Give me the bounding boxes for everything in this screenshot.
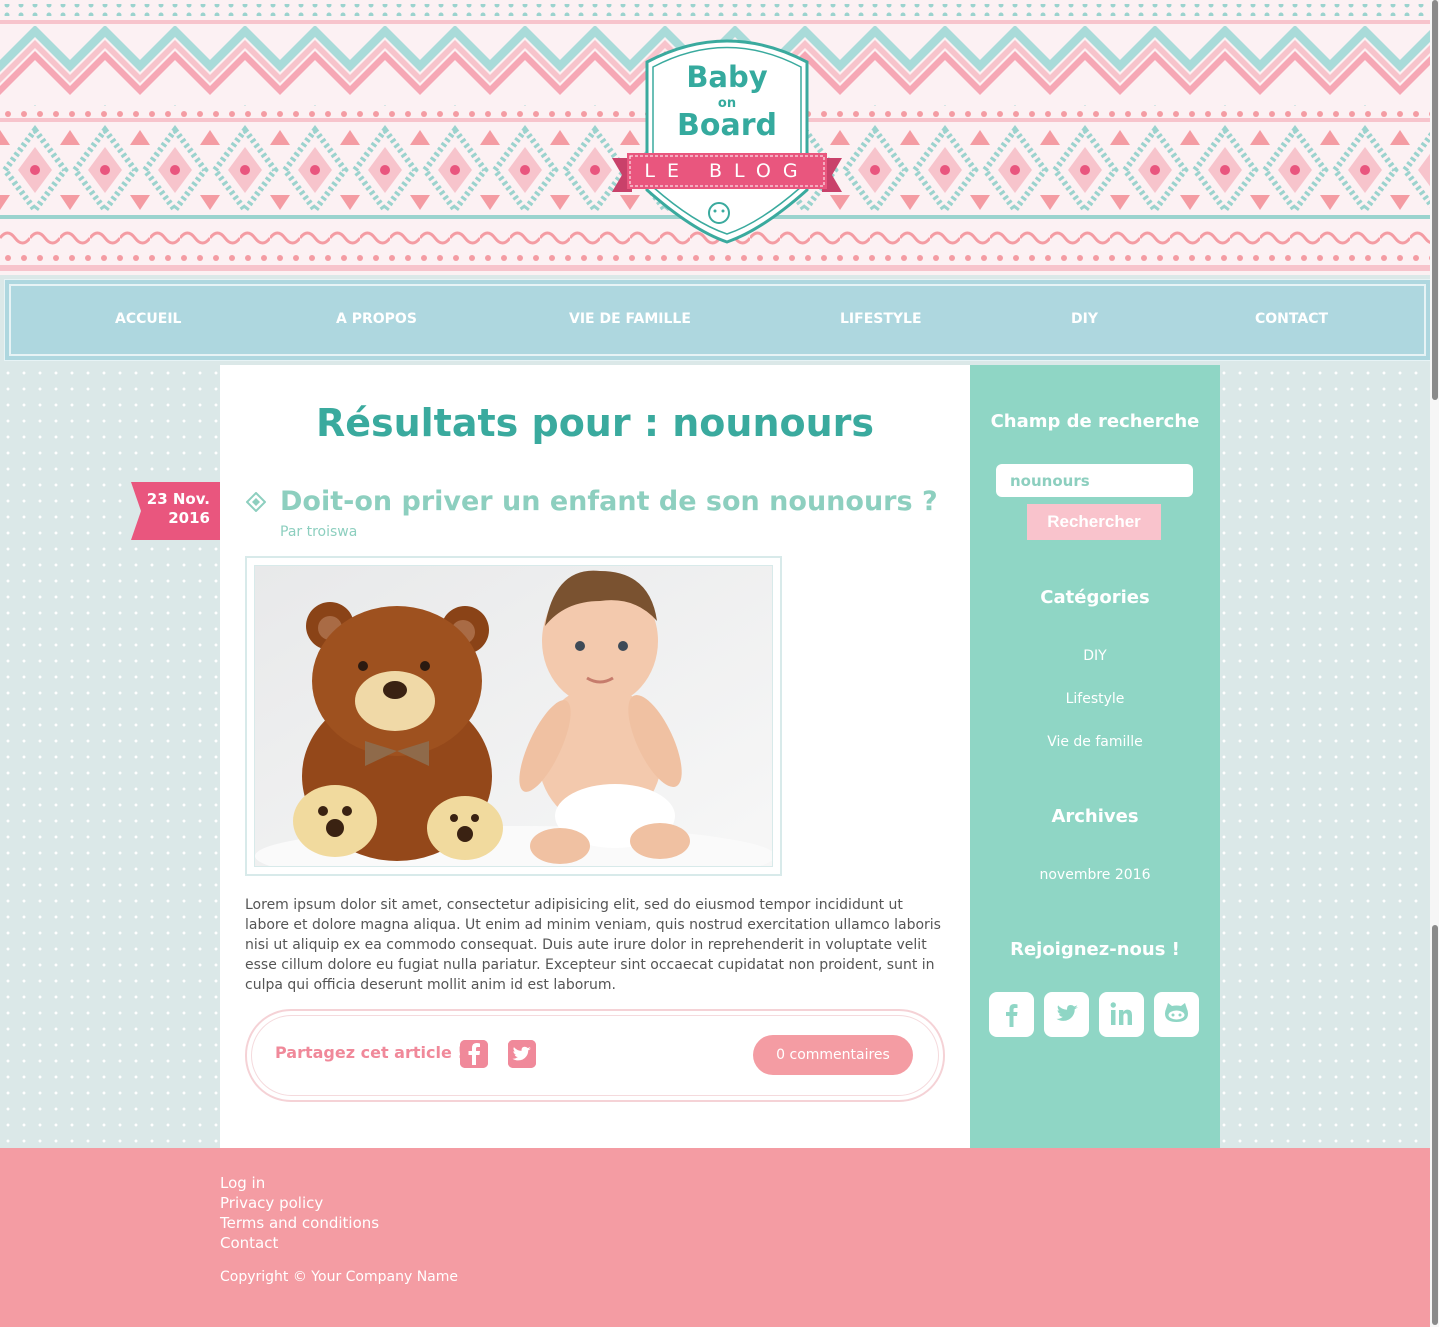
nav-item-vie-de-famille[interactable]: VIE DE FAMILLE (569, 311, 691, 327)
linkedin-social-button[interactable] (1099, 992, 1144, 1037)
category-link-lifestyle[interactable]: Lifestyle (970, 691, 1220, 707)
twitter-icon (1056, 1005, 1078, 1021)
footer-link-contact[interactable]: Contact (220, 1234, 278, 1252)
post-image (254, 565, 773, 867)
nav-item-contact[interactable]: CONTACT (1255, 311, 1328, 327)
scrollbar-thumb-lower[interactable] (1432, 925, 1438, 1325)
post-date: 23 Nov. 2016 (147, 490, 210, 528)
header-pattern-banner: Baby on Board LE BLOG (0, 0, 1430, 275)
github-social-button[interactable] (1154, 992, 1199, 1037)
nav-item-a-propos[interactable]: A PROPOS (336, 311, 417, 327)
archive-link-novembre-2016[interactable]: novembre 2016 (970, 867, 1220, 883)
post-date-day: 23 Nov. (146, 490, 210, 508)
sidebar: Champ de recherche Rechercher Catégories… (970, 365, 1220, 1148)
search-heading: Champ de recherche (990, 411, 1200, 432)
page-title: Résultats pour : nounours (315, 401, 875, 445)
site-footer: Log in Privacy policy Terms and conditio… (0, 1148, 1430, 1327)
footer-link-terms[interactable]: Terms and conditions (220, 1214, 379, 1232)
twitter-social-button[interactable] (1044, 992, 1089, 1037)
search-button[interactable]: Rechercher (1027, 504, 1161, 540)
footer-link-log-in[interactable]: Log in (220, 1174, 265, 1192)
footer-link-privacy-policy[interactable]: Privacy policy (220, 1194, 323, 1212)
logo-text-board: Board (677, 108, 777, 143)
linkedin-icon (1110, 1002, 1132, 1025)
nav-item-diy[interactable]: DIY (1071, 311, 1098, 327)
scrollbar-thumb[interactable] (1432, 0, 1438, 400)
search-input[interactable] (996, 464, 1193, 497)
main-navigation: ACCUEIL A PROPOS VIE DE FAMILLE LIFESTYL… (4, 279, 1431, 361)
category-link-vie-de-famille[interactable]: Vie de famille (970, 734, 1220, 750)
logo-text-baby: Baby (686, 60, 768, 94)
teddy-bear-baby-illustration (255, 566, 772, 866)
facebook-share-icon[interactable] (460, 1040, 488, 1068)
diamond-icon (246, 492, 266, 512)
twitter-icon (508, 1040, 536, 1068)
archives-heading: Archives (1051, 806, 1139, 827)
github-icon (1165, 1003, 1188, 1022)
logo-ribbon-text: LE BLOG (644, 160, 810, 182)
category-link-diy[interactable]: DIY (970, 648, 1220, 664)
facebook-icon (460, 1040, 488, 1068)
post-date-flag: 23 Nov. 2016 (131, 482, 220, 540)
site-logo[interactable]: Baby on Board LE BLOG (612, 30, 842, 245)
nav-item-accueil[interactable]: ACCUEIL (115, 311, 181, 327)
facebook-social-button[interactable] (989, 992, 1034, 1037)
post-title-link[interactable]: Doit-on priver un enfant de son nounours… (280, 486, 938, 517)
post-date-year: 2016 (168, 509, 210, 527)
copyright-text: Copyright © Your Company Name (220, 1269, 458, 1285)
twitter-share-icon[interactable] (508, 1040, 536, 1068)
post-image-frame[interactable] (245, 556, 782, 876)
categories-heading: Catégories (1040, 587, 1150, 608)
facebook-icon (1006, 1004, 1018, 1027)
post-excerpt: Lorem ipsum dolor sit amet, consectetur … (245, 897, 941, 993)
share-label: Partagez cet article ! (275, 1043, 465, 1062)
nav-item-lifestyle[interactable]: LIFESTYLE (840, 311, 922, 327)
comments-button[interactable]: 0 commentaires (753, 1035, 913, 1075)
post-author: Par troiswa (280, 524, 358, 540)
nav-inner-border (9, 284, 1426, 356)
social-heading: Rejoignez-nous ! (1010, 939, 1180, 960)
